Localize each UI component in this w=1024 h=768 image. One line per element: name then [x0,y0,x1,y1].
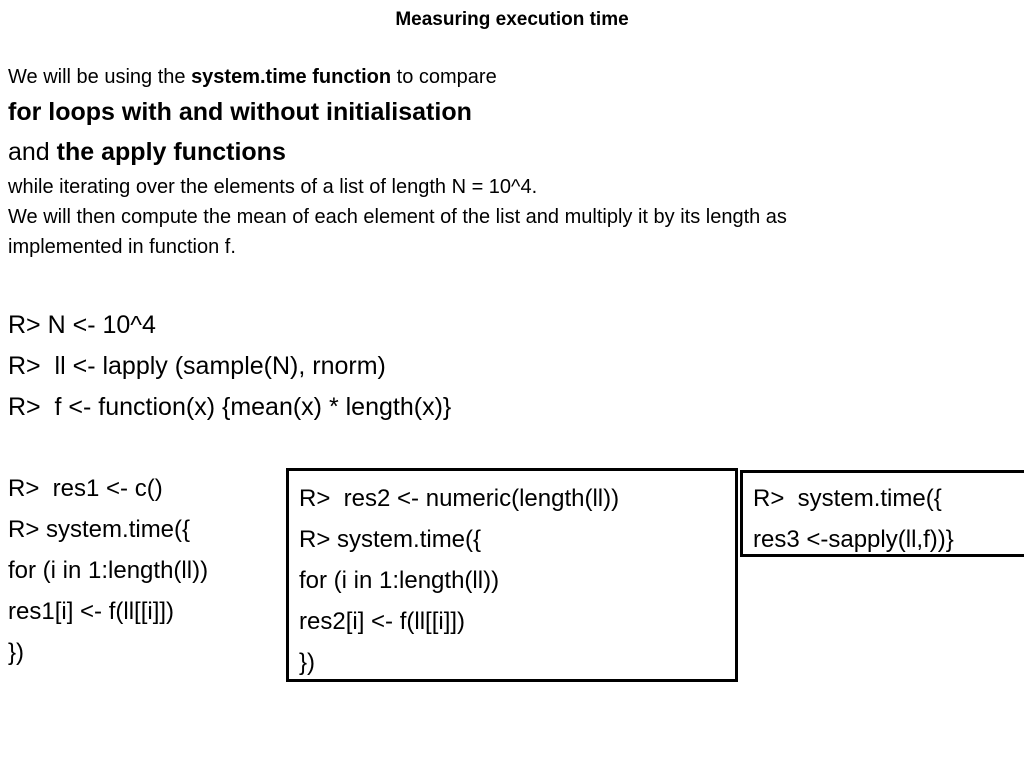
code-left-line-1: R> res1 <- c() [8,475,163,502]
intro-line-4: while iterating over the elements of a l… [8,176,538,198]
code-right-line-1: R> system.time({ [753,485,942,512]
code-setup-line-2: R> ll <- lapply (sample(N), rnorm) [8,352,386,380]
code-middle-line-2: R> system.time({ [299,526,482,553]
code-middle-line-5: }) [299,649,316,676]
intro-line-3-bold: the apply functions [56,138,286,166]
code-right-line-2: res3 <-sapply(ll,f))} [753,526,954,553]
code-middle-line-3: for (i in 1:length(ll)) [299,567,500,594]
code-setup-block: R> N <- 10^4 R> ll <- lapply (sample(N),… [8,305,451,428]
code-left-line-5: }) [8,639,25,666]
code-block-middle-box: R> res2 <- numeric(length(ll)) R> system… [286,468,738,682]
code-block-right-box: R> system.time({ res3 <-sapply(ll,f))} [740,470,1024,557]
intro-line-2: for loops with and without initialisatio… [8,98,472,126]
slide-canvas: Measuring execution time We will be usin… [0,0,1024,768]
intro-text-block: We will be using the system.time functio… [8,62,998,262]
code-setup-line-1: R> N <- 10^4 [8,311,156,339]
intro-line-5: We will then compute the mean of each el… [8,206,787,228]
code-left-line-3: for (i in 1:length(ll)) [8,557,209,584]
code-middle-line-4: res2[i] <- f(ll[[i]]) [299,608,466,635]
code-middle-line-1: R> res2 <- numeric(length(ll)) [299,485,620,512]
code-block-left: R> res1 <- c() R> system.time({ for (i i… [8,468,208,673]
intro-line-1: We will be using the system.time functio… [8,62,998,92]
intro-line-3: and the apply functions [8,132,998,172]
code-setup-line-3: R> f <- function(x) {mean(x) * length(x)… [8,393,452,421]
intro-line-3-pre: and [8,138,57,166]
code-block-middle: R> res2 <- numeric(length(ll)) R> system… [299,478,619,683]
code-block-right: R> system.time({ res3 <-sapply(ll,f))} [753,478,954,560]
intro-line-1-post: to compare [391,66,497,88]
code-left-line-2: R> system.time({ [8,516,191,543]
intro-line-1-bold: system.time function [191,66,392,88]
code-left-line-4: res1[i] <- f(ll[[i]]) [8,598,175,625]
page-title: Measuring execution time [395,9,629,30]
intro-line-6: implemented in function f. [8,236,236,258]
intro-line-1-pre: We will be using the [8,66,192,88]
